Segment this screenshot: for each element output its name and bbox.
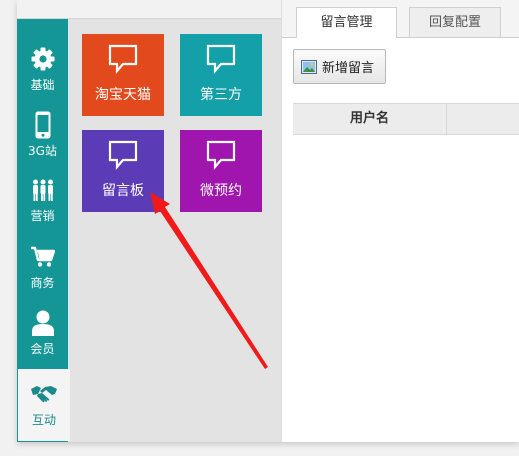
annotation-arrow <box>150 192 268 369</box>
screen: 基础 3G站 营销 商务 会员 互动 淘宝天猫 第三方 留言板 微预约 留言管理… <box>0 0 519 456</box>
